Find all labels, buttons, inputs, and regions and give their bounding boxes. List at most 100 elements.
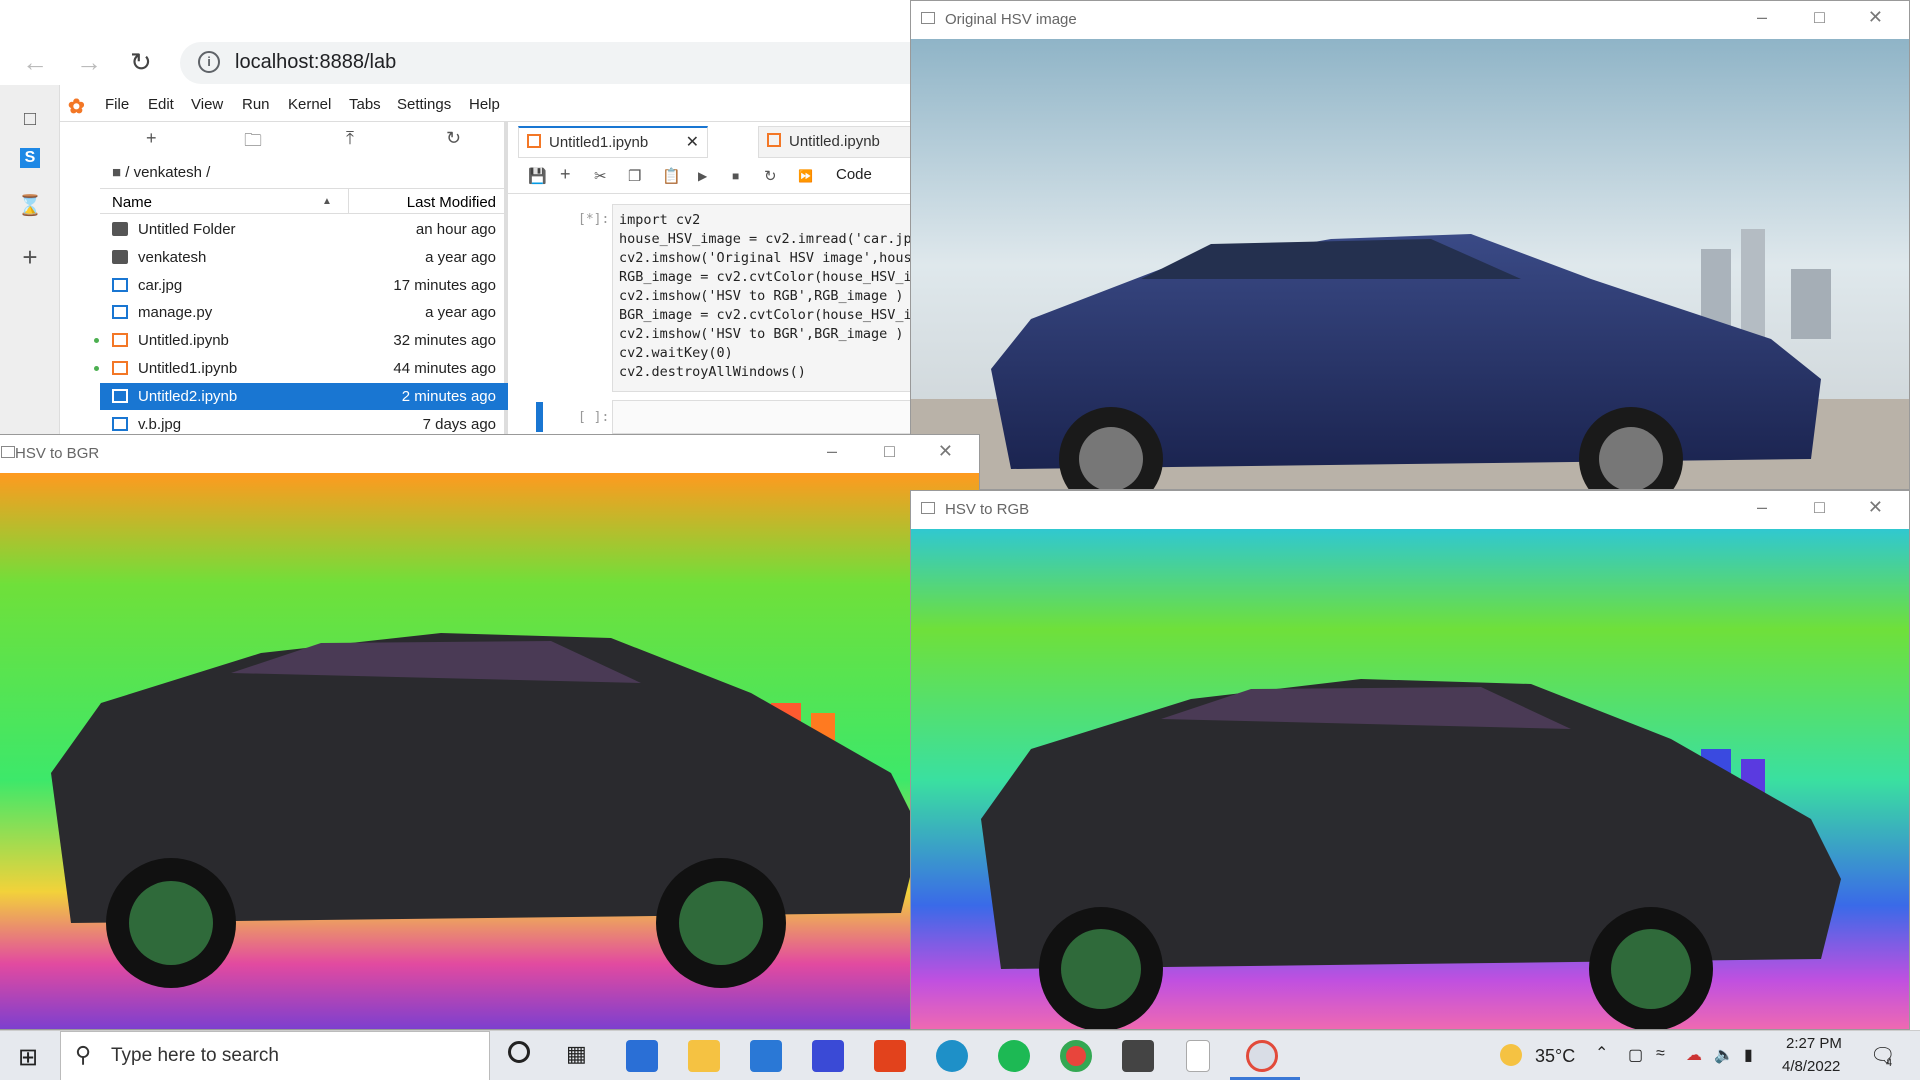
file-modified: 7 days ago <box>422 415 496 433</box>
folder-small-icon[interactable]: ■ <box>112 164 121 181</box>
insert-cell-icon[interactable]: + <box>560 164 571 185</box>
file-modified: 44 minutes ago <box>393 360 496 377</box>
file-explorer-icon[interactable] <box>688 1040 720 1072</box>
minimize-icon[interactable]: – <box>827 441 837 462</box>
upload-icon[interactable]: ⤒ <box>346 128 354 149</box>
file-row[interactable]: venkatesh a year ago <box>100 244 508 271</box>
info-icon[interactable]: i <box>198 51 220 73</box>
jupyter-menu-bar: ✿ File Edit View Run Kernel Tabs Setting… <box>60 88 920 122</box>
windows-start-icon[interactable]: ⊞ <box>18 1043 38 1072</box>
cell-prompt-running: [*]: <box>578 212 610 227</box>
file-name: car.jpg <box>138 276 183 294</box>
minimize-icon[interactable]: – <box>1757 7 1767 28</box>
clock-time[interactable]: 2:27 PM <box>1786 1035 1842 1052</box>
run-icon[interactable]: ▶ <box>698 169 707 183</box>
close-tab-icon[interactable]: ✕ <box>686 132 699 152</box>
close-icon[interactable]: ✕ <box>1868 7 1883 28</box>
mail-icon[interactable] <box>750 1040 782 1072</box>
forward-icon[interactable]: → <box>76 47 102 78</box>
menu-file[interactable]: File <box>105 96 129 113</box>
cortana-icon[interactable] <box>508 1041 530 1063</box>
code-cell[interactable]: import cv2 house_HSV_image = cv2.imread('… <box>612 204 920 392</box>
cell-prompt-empty: [ ]: <box>578 410 610 425</box>
file-name: Untitled2.ipynb <box>138 387 238 405</box>
sort-up-icon[interactable]: ▲ <box>322 196 332 207</box>
weather-temp[interactable]: 35°C <box>1535 1046 1575 1067</box>
file-row[interactable]: car.jpg 17 minutes ago <box>100 272 508 299</box>
empty-code-cell[interactable] <box>612 400 920 434</box>
stop-icon[interactable]: ■ <box>732 169 739 183</box>
maximize-icon[interactable]: □ <box>1814 497 1825 518</box>
address-bar[interactable]: i localhost:8888/lab <box>180 42 920 84</box>
maximize-icon[interactable]: □ <box>884 441 895 462</box>
notebook-icon <box>767 133 781 147</box>
save-icon[interactable]: 💾 <box>528 167 547 185</box>
battery-icon[interactable]: ▮ <box>1744 1045 1753 1065</box>
clock-date[interactable]: 4/8/2022 <box>1782 1058 1840 1075</box>
weather-icon[interactable] <box>1500 1044 1522 1066</box>
taskbar-search[interactable]: ⚲ Type here to search <box>60 1031 490 1080</box>
code-line: cv2.imshow('Original HSV image',hous <box>619 250 912 266</box>
file-name: Untitled.ipynb <box>138 332 229 350</box>
menu-settings[interactable]: Settings <box>397 96 451 113</box>
wifi-icon[interactable]: ≈ <box>1656 1045 1665 1063</box>
running-dot <box>94 366 99 371</box>
tab-untitled[interactable]: Untitled.ipynb <box>758 126 920 158</box>
image-icon <box>112 277 128 292</box>
run-all-icon[interactable]: ⏩ <box>798 169 813 183</box>
notebook-icon <box>112 388 128 403</box>
paste-icon[interactable]: 📋 <box>662 167 681 185</box>
office-icon[interactable] <box>874 1040 906 1072</box>
file-row[interactable]: Untitled2.ipynb 2 minutes ago <box>100 382 508 410</box>
meet-icon[interactable]: ▢ <box>1628 1045 1643 1065</box>
hourglass-icon[interactable]: ⌛ <box>16 192 44 220</box>
refresh-icon[interactable]: ↻ <box>446 128 461 149</box>
menu-kernel[interactable]: Kernel <box>288 96 331 113</box>
python-app-icon[interactable] <box>1246 1040 1278 1072</box>
window-original-hsv: Original HSV image – □ ✕ <box>910 0 1910 490</box>
back-icon[interactable]: ← <box>22 47 48 78</box>
column-divider <box>348 189 349 213</box>
open-tabs-icon[interactable]: □ <box>16 105 44 133</box>
menu-tabs[interactable]: Tabs <box>349 96 381 113</box>
file-row[interactable]: manage.py a year ago <box>100 299 508 326</box>
chrome-icon[interactable] <box>1060 1040 1092 1072</box>
volume-icon[interactable]: 🔈 <box>1714 1045 1734 1065</box>
document-icon[interactable] <box>1186 1040 1210 1072</box>
tab-untitled1[interactable]: Untitled1.ipynb ✕ <box>518 126 708 158</box>
file-row[interactable]: Untitled Folder an hour ago <box>100 216 508 243</box>
menu-view[interactable]: View <box>191 96 223 113</box>
folder-icon <box>112 222 128 236</box>
onedrive-icon[interactable]: ☁ <box>1686 1045 1702 1065</box>
app-icon-blue[interactable] <box>812 1040 844 1072</box>
app-icon <box>921 502 935 514</box>
column-name[interactable]: Name <box>112 194 152 211</box>
task-view-icon[interactable]: ▦ <box>566 1041 587 1067</box>
copy-icon[interactable]: ❐ <box>628 167 641 185</box>
menu-run[interactable]: Run <box>242 96 270 113</box>
menu-edit[interactable]: Edit <box>148 96 174 113</box>
menu-help[interactable]: Help <box>469 96 500 113</box>
file-row[interactable]: Untitled1.ipynb 44 minutes ago <box>94 355 508 382</box>
chevron-up-icon[interactable]: ⌃ <box>1595 1043 1608 1063</box>
restart-icon[interactable]: ↻ <box>764 167 777 185</box>
cut-icon[interactable]: ✂ <box>594 167 607 185</box>
spotify-icon[interactable] <box>998 1040 1030 1072</box>
cell-type-select[interactable]: Code <box>836 166 872 183</box>
folder-icon <box>112 249 128 264</box>
edge-icon[interactable] <box>936 1040 968 1072</box>
terminal-icon[interactable] <box>1122 1040 1154 1072</box>
new-folder-icon[interactable]: 🗀 <box>244 128 262 158</box>
reload-icon[interactable]: ↻ <box>130 47 152 78</box>
extension-s-icon[interactable]: S <box>20 148 40 168</box>
plus-icon[interactable]: + <box>16 243 44 271</box>
maximize-icon[interactable]: □ <box>1814 7 1825 28</box>
file-row[interactable]: Untitled.ipynb 32 minutes ago <box>94 327 508 354</box>
close-icon[interactable]: ✕ <box>938 441 953 462</box>
column-last-modified[interactable]: Last Modified <box>407 194 496 211</box>
jupyter-left-sidebar: □ S ⌛ + <box>0 85 60 440</box>
new-launcher-icon[interactable]: + <box>146 128 157 149</box>
minimize-icon[interactable]: – <box>1757 497 1767 518</box>
store-icon[interactable] <box>626 1040 658 1072</box>
close-icon[interactable]: ✕ <box>1868 497 1883 518</box>
